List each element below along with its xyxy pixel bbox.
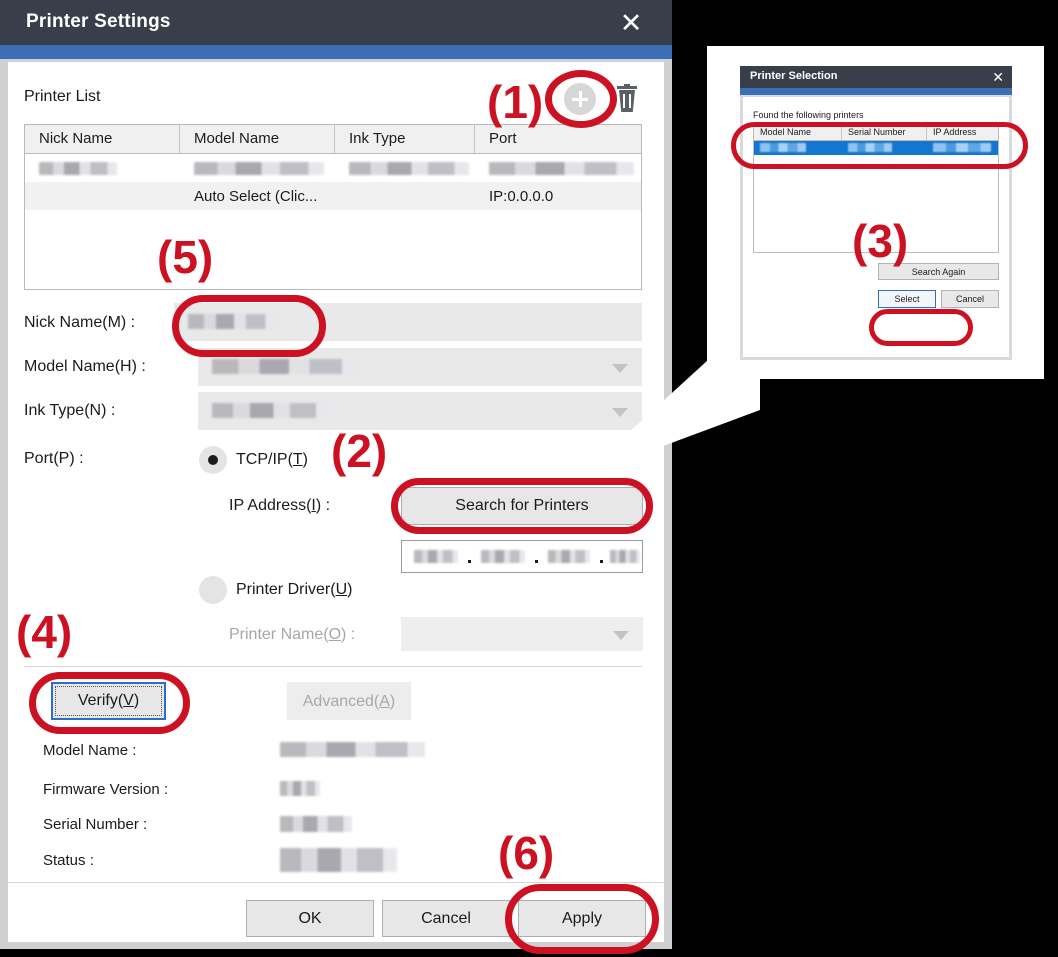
- annotation-3: (3): [852, 215, 909, 267]
- ink-type-label: Ink Type(N) :: [24, 402, 116, 419]
- table-header-row: Nick Name Model Name Ink Type Port: [25, 125, 641, 154]
- info-model-name-value: [280, 741, 425, 759]
- annotation-4: (4): [16, 606, 73, 658]
- nick-name-input[interactable]: [174, 303, 642, 341]
- port-label: Port(P) :: [24, 450, 84, 467]
- model-name-select[interactable]: [198, 348, 642, 386]
- cell-port: IP:0.0.0.0: [489, 187, 554, 205]
- info-serial-value: [280, 815, 352, 833]
- sub-accent-stripe: [740, 88, 1012, 95]
- model-name-label: Model Name(H) :: [24, 358, 146, 375]
- printer-selection-inset: Printer Selection ✕ Found the following …: [707, 46, 1044, 379]
- dialog-titlebar: Printer Settings ✕: [0, 0, 672, 45]
- dialog-title: Printer Settings: [26, 11, 171, 32]
- printer-name-select: [401, 617, 643, 651]
- column-header-ink-type: Ink Type: [335, 125, 475, 153]
- screenshot-root: Printer Settings ✕ Printer List Nick Nam…: [0, 0, 1058, 957]
- radio-tcpip-label: TCP/IP(T): [236, 451, 308, 468]
- info-firmware-value: [280, 780, 320, 798]
- sub-column-header-ip-address: IP Address: [933, 127, 977, 137]
- printer-list-label: Printer List: [24, 88, 101, 105]
- ip-address-input[interactable]: [401, 540, 643, 573]
- printer-name-label: Printer Name(O) :: [229, 626, 356, 643]
- ok-button[interactable]: OK: [246, 900, 374, 937]
- annotation-2: (2): [331, 425, 388, 477]
- accent-stripe: [0, 45, 672, 59]
- annotation-1: (1): [487, 76, 544, 128]
- sub-cell-serial-number: [842, 139, 927, 157]
- ink-type-select[interactable]: [198, 392, 642, 430]
- cell-port: [475, 160, 641, 177]
- radio-tcpip[interactable]: [199, 446, 227, 474]
- advanced-button: Advanced(A): [287, 682, 411, 720]
- sub-cell-model-name: [754, 139, 842, 157]
- divider: [24, 666, 642, 667]
- info-serial-label: Serial Number :: [43, 816, 148, 833]
- search-for-printers-button[interactable]: Search for Printers: [401, 487, 643, 525]
- apply-button[interactable]: Apply: [518, 900, 646, 937]
- column-header-model-name: Model Name: [180, 125, 335, 153]
- delete-printer-icon[interactable]: [617, 84, 637, 114]
- radio-printer-driver-label: Printer Driver(U): [236, 581, 353, 598]
- nick-name-label: Nick Name(M) :: [24, 314, 136, 331]
- info-model-name-label: Model Name :: [43, 742, 137, 759]
- verify-button[interactable]: Verify(V): [51, 682, 166, 720]
- add-printer-icon[interactable]: [564, 83, 596, 115]
- info-status-value: [280, 848, 397, 872]
- cancel-button[interactable]: Cancel: [382, 900, 510, 937]
- close-icon[interactable]: ✕: [614, 6, 648, 40]
- sub-cancel-button[interactable]: Cancel: [941, 290, 999, 308]
- annotation-5: (5): [157, 231, 214, 283]
- table-row[interactable]: Auto Select (Clic... IP:0.0.0.0: [25, 182, 641, 210]
- annotation-6: (6): [498, 827, 555, 879]
- sub-dialog-title: Printer Selection: [750, 70, 838, 82]
- sub-column-header-serial-number: Serial Number: [842, 124, 927, 140]
- sub-table-row-selected[interactable]: [754, 141, 998, 155]
- column-header-port: Port: [489, 130, 517, 147]
- cell-model-name: Auto Select (Clic...: [194, 187, 318, 205]
- column-header-nick-name: Nick Name: [25, 125, 180, 153]
- info-status-label: Status :: [43, 852, 94, 869]
- printer-list-table[interactable]: Nick Name Model Name Ink Type Port Auto …: [24, 124, 642, 290]
- table-row[interactable]: [25, 154, 641, 182]
- sub-column-header-model-name: Model Name: [754, 124, 842, 140]
- select-button[interactable]: Select: [878, 290, 936, 308]
- sub-cell-ip-address: [927, 139, 998, 157]
- ip-address-label: IP Address(I) :: [229, 497, 331, 514]
- found-printers-text: Found the following printers: [753, 110, 864, 120]
- sub-dialog-titlebar: Printer Selection ✕: [740, 66, 1012, 88]
- cell-model-name: [180, 160, 335, 177]
- info-firmware-label: Firmware Version :: [43, 781, 169, 798]
- radio-printer-driver[interactable]: [199, 576, 227, 604]
- cell-ink-type: [335, 160, 475, 177]
- sub-close-icon[interactable]: ✕: [992, 68, 1004, 86]
- printer-selection-dialog: Printer Selection ✕ Found the following …: [740, 66, 1012, 360]
- cell-nick-name: [25, 160, 180, 177]
- verify-button-label: Verify(V): [77, 692, 140, 709]
